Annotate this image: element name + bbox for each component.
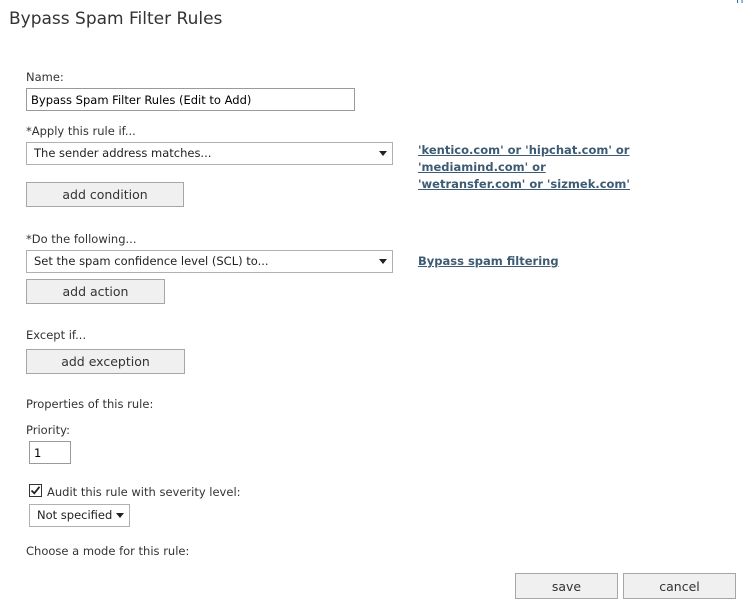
checkmark-icon bbox=[30, 486, 41, 495]
mode-label: Choose a mode for this rule: bbox=[26, 544, 190, 557]
condition-label: *Apply this rule if... bbox=[26, 124, 136, 138]
help-link[interactable]: H bbox=[736, 0, 743, 6]
action-selected-text: Set the spam confidence level (SCL) to..… bbox=[34, 254, 269, 268]
chevron-down-icon bbox=[379, 259, 387, 264]
condition-value-link-line2: 'wetransfer.com' or 'sizmek.com' bbox=[418, 177, 630, 191]
dialog-title: Bypass Spam Filter Rules bbox=[9, 9, 223, 29]
priority-input[interactable] bbox=[29, 441, 71, 464]
add-exception-button[interactable]: add exception bbox=[26, 349, 185, 374]
audit-label: Audit this rule with severity level: bbox=[47, 485, 241, 499]
cancel-button[interactable]: cancel bbox=[623, 573, 736, 599]
action-label: *Do the following... bbox=[26, 232, 137, 246]
severity-dropdown[interactable]: Not specified bbox=[29, 504, 130, 527]
condition-value-link-line1: 'kentico.com' or 'hipchat.com' or 'media… bbox=[418, 143, 630, 174]
action-value-link[interactable]: Bypass spam filtering bbox=[418, 253, 559, 270]
name-input[interactable] bbox=[26, 88, 355, 111]
action-dropdown[interactable]: Set the spam confidence level (SCL) to..… bbox=[26, 250, 393, 273]
name-label: Name: bbox=[26, 70, 64, 84]
properties-heading: Properties of this rule: bbox=[26, 397, 154, 411]
exception-label: Except if... bbox=[26, 328, 87, 342]
condition-dropdown[interactable]: The sender address matches... bbox=[26, 142, 393, 165]
save-button[interactable]: save bbox=[515, 573, 618, 599]
audit-checkbox[interactable] bbox=[29, 484, 42, 497]
priority-label: Priority: bbox=[26, 423, 70, 437]
chevron-down-icon bbox=[379, 151, 387, 156]
add-action-button[interactable]: add action bbox=[26, 279, 165, 304]
add-condition-button[interactable]: add condition bbox=[26, 182, 184, 207]
chevron-down-icon bbox=[116, 513, 124, 518]
condition-selected-text: The sender address matches... bbox=[34, 146, 212, 160]
severity-selected-text: Not specified bbox=[37, 508, 113, 522]
condition-value-link[interactable]: 'kentico.com' or 'hipchat.com' or 'media… bbox=[418, 142, 743, 193]
mode-label-clip: Choose a mode for this rule: bbox=[26, 543, 276, 557]
